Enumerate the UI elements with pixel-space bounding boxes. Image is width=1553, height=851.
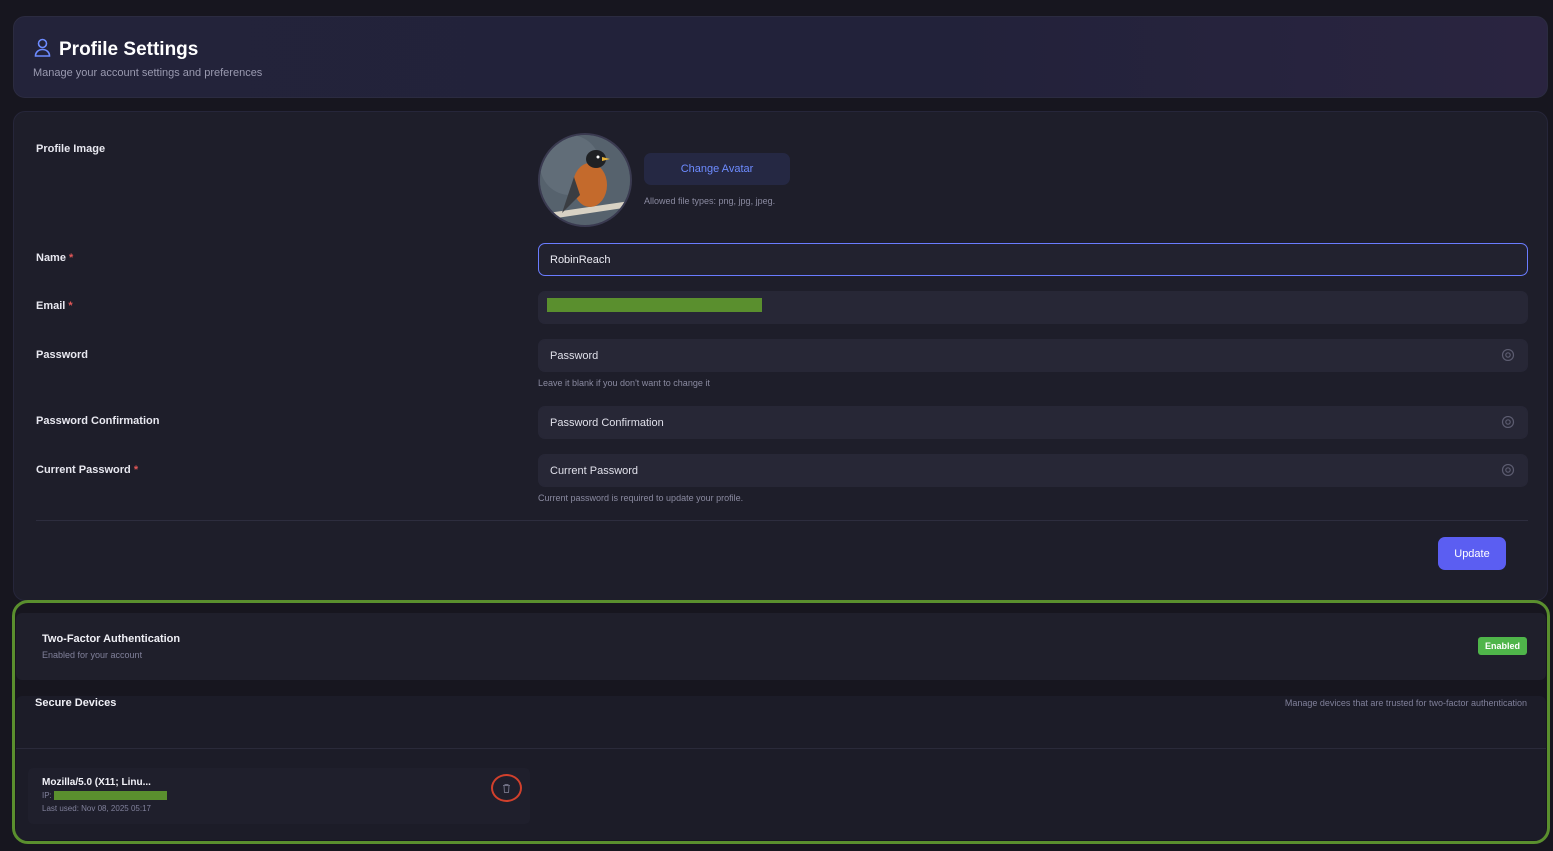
password-label: Password xyxy=(36,349,88,361)
required-mark: * xyxy=(69,252,74,264)
page-header: Profile Settings Manage your account set… xyxy=(13,16,1548,98)
password-confirmation-placeholder: Password Confirmation xyxy=(550,416,664,429)
profile-image-label: Profile Image xyxy=(36,143,106,155)
current-password-label: Current Password * xyxy=(36,464,138,476)
avatar xyxy=(538,133,632,227)
name-label-text: Name xyxy=(36,252,66,264)
password-confirmation-input[interactable]: Password Confirmation xyxy=(538,406,1528,439)
password-placeholder: Password xyxy=(550,349,599,362)
name-input-value: RobinReach xyxy=(550,253,611,266)
name-label: Name * xyxy=(36,252,73,264)
user-icon xyxy=(34,38,51,62)
page-title: Profile Settings xyxy=(59,39,199,60)
email-redaction xyxy=(547,298,762,312)
header-title-row: Profile Settings xyxy=(34,38,198,62)
allowed-file-types-hint: Allowed file types: png, jpg, jpeg. xyxy=(644,196,776,206)
email-label: Email * xyxy=(36,300,73,312)
eye-icon[interactable] xyxy=(1501,348,1515,364)
current-password-input[interactable]: Current Password xyxy=(538,454,1528,487)
page-subtitle: Manage your account settings and prefere… xyxy=(33,67,263,79)
email-input[interactable] xyxy=(538,291,1528,324)
name-input[interactable]: RobinReach xyxy=(538,243,1528,276)
required-mark: * xyxy=(133,464,139,476)
update-button[interactable]: Update xyxy=(1438,537,1506,570)
profile-form: Profile Image Change Avatar Allowed file… xyxy=(13,111,1548,601)
eye-icon[interactable] xyxy=(1501,463,1515,479)
password-hint: Leave it blank if you don't want to chan… xyxy=(538,378,710,388)
password-confirmation-label: Password Confirmation xyxy=(36,415,160,427)
password-input[interactable]: Password xyxy=(538,339,1528,372)
change-avatar-button[interactable]: Change Avatar xyxy=(644,153,790,185)
eye-icon[interactable] xyxy=(1501,415,1515,431)
required-mark: * xyxy=(68,300,73,312)
highlight-annotation xyxy=(12,600,1550,844)
current-password-hint: Current password is required to update y… xyxy=(538,493,744,503)
current-password-placeholder: Current Password xyxy=(550,464,639,477)
current-password-label-text: Current Password xyxy=(36,464,131,476)
email-label-text: Email xyxy=(36,300,66,312)
form-divider xyxy=(36,520,1528,521)
